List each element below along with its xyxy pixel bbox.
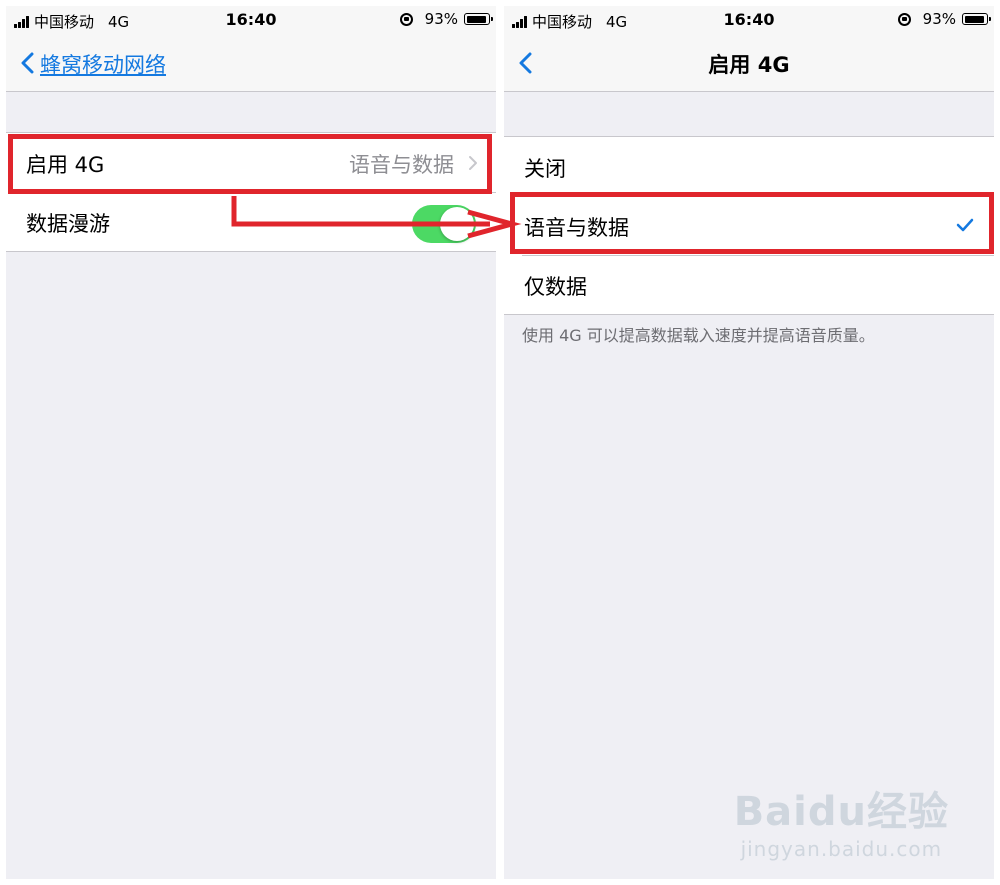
- status-bar: 中国移动 4G 16:40 93%: [6, 6, 496, 34]
- baidu-watermark: Baidu经验 jingyan.baidu.com: [734, 779, 949, 861]
- battery-percent: 93%: [922, 10, 956, 28]
- status-bar: 中国移动 4G 16:40 93%: [504, 6, 994, 34]
- option-off[interactable]: 关闭: [504, 137, 994, 196]
- nav-bar: 蜂窝移动网络: [6, 34, 496, 92]
- battery-icon: [962, 13, 991, 25]
- highlight-box: [510, 192, 994, 254]
- watermark-brand: Baidu经验: [733, 789, 949, 835]
- option-data-only-label: 仅数据: [524, 275, 587, 299]
- option-off-label: 关闭: [524, 157, 566, 181]
- enable-4g-screen: 中国移动 4G 16:40 93% 启用 4G 关闭 语音与数据 仅数据 使用 …: [504, 6, 994, 879]
- watermark-url: jingyan.baidu.com: [740, 837, 943, 861]
- rotation-lock-icon: [399, 12, 413, 26]
- cellular-settings-screen: 中国移动 4G 16:40 93% 蜂窝移动网络 启用 4G 语音与数据 数据漫…: [6, 6, 496, 879]
- data-roaming-row: 数据漫游: [6, 192, 496, 251]
- highlight-box: [8, 134, 492, 194]
- option-data-only[interactable]: 仅数据: [504, 255, 994, 314]
- rotation-lock-icon: [897, 12, 911, 26]
- page-title: 启用 4G: [708, 53, 790, 77]
- back-button[interactable]: 蜂窝移动网络: [40, 49, 166, 79]
- toggle-knob: [440, 207, 474, 241]
- footer-note: 使用 4G 可以提高数据载入速度并提高语音质量。: [522, 326, 875, 345]
- nav-bar: 启用 4G: [504, 34, 994, 92]
- chevron-left-icon[interactable]: [18, 52, 40, 74]
- battery-icon: [464, 13, 493, 25]
- data-roaming-toggle[interactable]: [412, 205, 476, 243]
- data-roaming-label: 数据漫游: [26, 212, 110, 236]
- battery-percent: 93%: [424, 10, 458, 28]
